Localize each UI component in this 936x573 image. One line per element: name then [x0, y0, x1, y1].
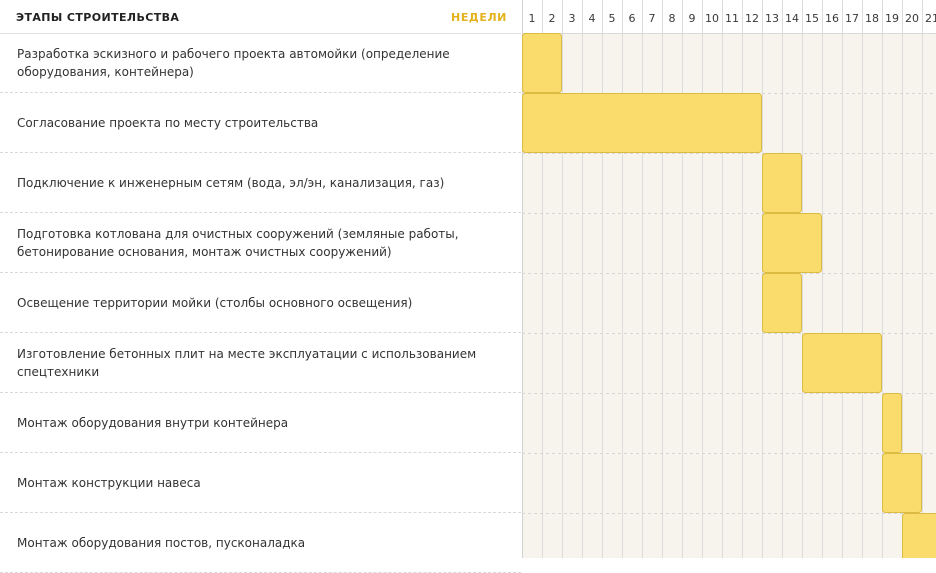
stages-header: ЭТАПЫ СТРОИТЕЛЬСТВА [16, 11, 179, 24]
week-tick-label: 17 [845, 12, 859, 25]
task-row: Разработка эскизного и рабочего проекта … [0, 33, 521, 93]
task-row: Монтаж оборудования внутри контейнера [0, 393, 521, 453]
gantt-bar [763, 154, 802, 213]
task-label: Подключение к инженерным сетям (вода, эл… [0, 174, 484, 192]
week-tick-label: 18 [865, 12, 879, 25]
task-row: Монтаж конструкции навеса [0, 453, 521, 513]
week-tick-label: 2 [549, 12, 556, 25]
week-tick-label: 5 [609, 12, 616, 25]
gantt-chart: ЭТАПЫ СТРОИТЕЛЬСТВА НЕДЕЛИ Разработка эс… [0, 0, 936, 558]
week-tick-label: 6 [629, 12, 636, 25]
gantt-bar [763, 274, 802, 333]
week-tick-label: 10 [705, 12, 719, 25]
week-tick-label: 15 [805, 12, 819, 25]
task-label: Монтаж конструкции навеса [0, 474, 241, 492]
week-tick-label: 16 [825, 12, 839, 25]
week-tick-label: 7 [649, 12, 656, 25]
gantt-header: ЭТАПЫ СТРОИТЕЛЬСТВА НЕДЕЛИ [0, 0, 521, 34]
task-label: Разработка эскизного и рабочего проекта … [0, 45, 521, 81]
task-row: Подготовка котлована для очистных сооруж… [0, 213, 521, 273]
week-tick-label: 20 [905, 12, 919, 25]
week-tick-label: 8 [669, 12, 676, 25]
task-label: Изготовление бетонных плит на месте эксп… [0, 345, 521, 381]
week-tick-label: 12 [745, 12, 759, 25]
task-row: Освещение территории мойки (столбы основ… [0, 273, 521, 333]
week-tick-label: 1 [529, 12, 536, 25]
task-row: Изготовление бетонных плит на месте эксп… [0, 333, 521, 393]
task-label: Монтаж оборудования постов, пусконаладка [0, 534, 345, 552]
gantt-bar [883, 394, 902, 453]
week-tick-label: 9 [689, 12, 696, 25]
week-tick-label: 3 [569, 12, 576, 25]
task-row: Согласование проекта по месту строительс… [0, 93, 521, 153]
week-tick-label: 21 [925, 12, 936, 25]
task-row: Монтаж оборудования постов, пусконаладка [0, 513, 521, 573]
task-row: Подключение к инженерным сетям (вода, эл… [0, 153, 521, 213]
week-tick-label: 14 [785, 12, 799, 25]
gantt-grid: 123456789101112131415161718192021 [522, 0, 936, 558]
weeks-header: НЕДЕЛИ [451, 11, 507, 24]
task-label: Согласование проекта по месту строительс… [0, 114, 358, 132]
task-label: Подготовка котлована для очистных сооруж… [0, 225, 521, 261]
gantt-bar [523, 94, 762, 153]
task-label: Монтаж оборудования внутри контейнера [0, 414, 328, 432]
week-tick-label: 13 [765, 12, 779, 25]
week-tick-label: 4 [589, 12, 596, 25]
task-label: Освещение территории мойки (столбы основ… [0, 294, 452, 312]
week-tick-label: 11 [725, 12, 739, 25]
gantt-bar [883, 454, 922, 513]
week-tick-label: 19 [885, 12, 899, 25]
gantt-bar [903, 514, 936, 559]
gantt-bar [803, 334, 882, 393]
gantt-bar [763, 214, 822, 273]
gantt-bar [523, 34, 562, 93]
